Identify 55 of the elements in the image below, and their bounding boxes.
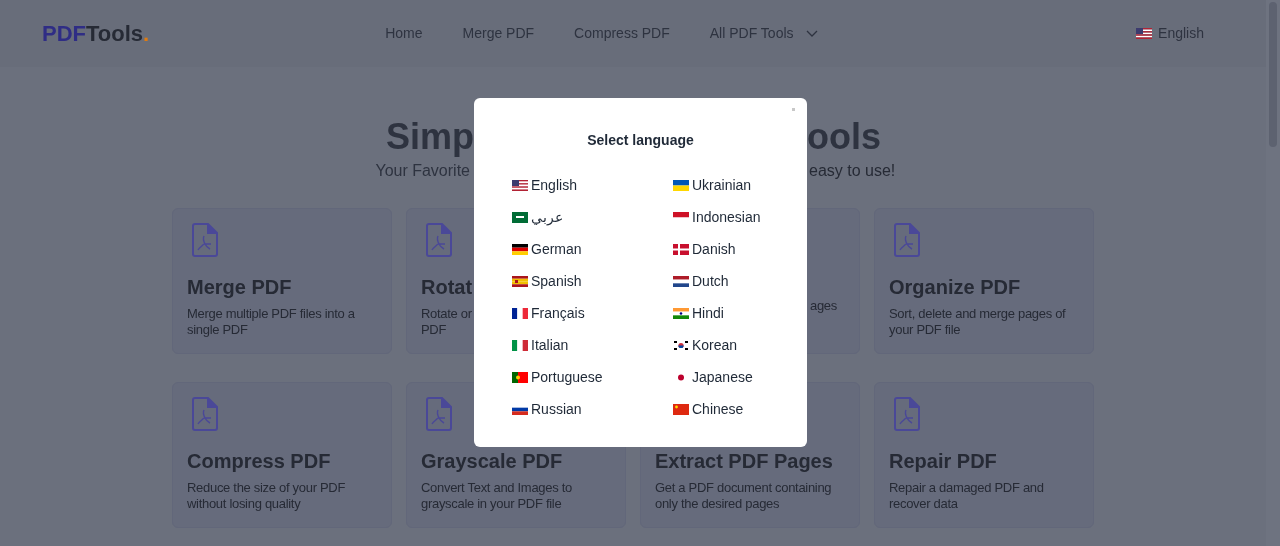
language-option[interactable]: Dutch — [673, 272, 807, 290]
language-option[interactable]: Korean — [673, 336, 807, 354]
language-option[interactable]: Italian — [512, 336, 673, 354]
card-title: Organize PDF — [889, 275, 1021, 299]
card-title: Grayscale PDF — [421, 449, 563, 473]
chevron-down-icon — [805, 29, 818, 38]
pdf-file-icon — [893, 397, 920, 431]
language-option[interactable]: عربي — [512, 208, 673, 226]
pdf-file-icon — [425, 223, 452, 257]
flag-icon — [512, 339, 528, 351]
language-option[interactable]: English — [512, 176, 673, 194]
card-description: Get a PDF document containing only the desired pages — [655, 480, 832, 512]
flag-icon — [512, 371, 528, 383]
card-title: Extract PDF Pages — [655, 449, 833, 473]
card-title: Rotat — [421, 275, 473, 299]
page-heading: Simp — [385, 117, 474, 157]
card-description: Sort, delete and merge pages of your PDF file — [889, 306, 1066, 338]
flag-icon — [512, 179, 528, 191]
pdf-file-icon — [425, 397, 452, 431]
pdf-file-icon — [191, 223, 218, 257]
card-description: Repair a damaged PDF and recover data — [889, 480, 1044, 512]
card-description: Rotate or PDF — [421, 306, 472, 338]
card-description: Reduce the size of your PDF without losing quality — [187, 480, 346, 512]
flag-icon — [1136, 28, 1153, 39]
pdf-file-icon — [893, 223, 920, 257]
flag-icon — [673, 275, 689, 287]
language-option[interactable]: Indonesian — [673, 208, 807, 226]
flag-icon — [512, 275, 528, 287]
card-description: ages — [810, 298, 837, 314]
card-description: Merge multiple PDF files into a single PDF — [187, 306, 355, 338]
language-option[interactable]: Spanish — [512, 272, 673, 290]
language-option[interactable]: Hindi — [673, 304, 807, 322]
language-option[interactable]: Danish — [673, 240, 807, 258]
flag-icon — [673, 179, 689, 191]
flag-icon — [673, 339, 689, 351]
flag-icon — [673, 403, 689, 415]
card-title: Repair PDF — [889, 449, 997, 473]
flag-icon — [673, 243, 689, 255]
card-title: Merge PDF — [187, 275, 292, 299]
dialog-title: Select language — [586, 131, 695, 150]
language-option[interactable]: German — [512, 240, 673, 258]
card-title: Compress PDF — [187, 449, 331, 473]
close-icon[interactable] — [792, 108, 795, 111]
flag-icon — [673, 307, 689, 319]
language-option[interactable]: Ukrainian — [673, 176, 807, 194]
language-option[interactable]: Chinese — [673, 400, 807, 418]
flag-icon — [512, 211, 528, 223]
page-subtitle: easy to use! — [809, 161, 897, 181]
flag-icon — [512, 307, 528, 319]
card-description: Convert Text and Images to grayscale in your PDF file — [421, 480, 572, 512]
flag-icon — [512, 243, 528, 255]
page-heading: ools — [807, 117, 882, 157]
language-option[interactable]: Français — [512, 304, 673, 322]
pdf-file-icon — [191, 397, 218, 431]
page-subtitle: Your Favorite — [374, 161, 471, 181]
